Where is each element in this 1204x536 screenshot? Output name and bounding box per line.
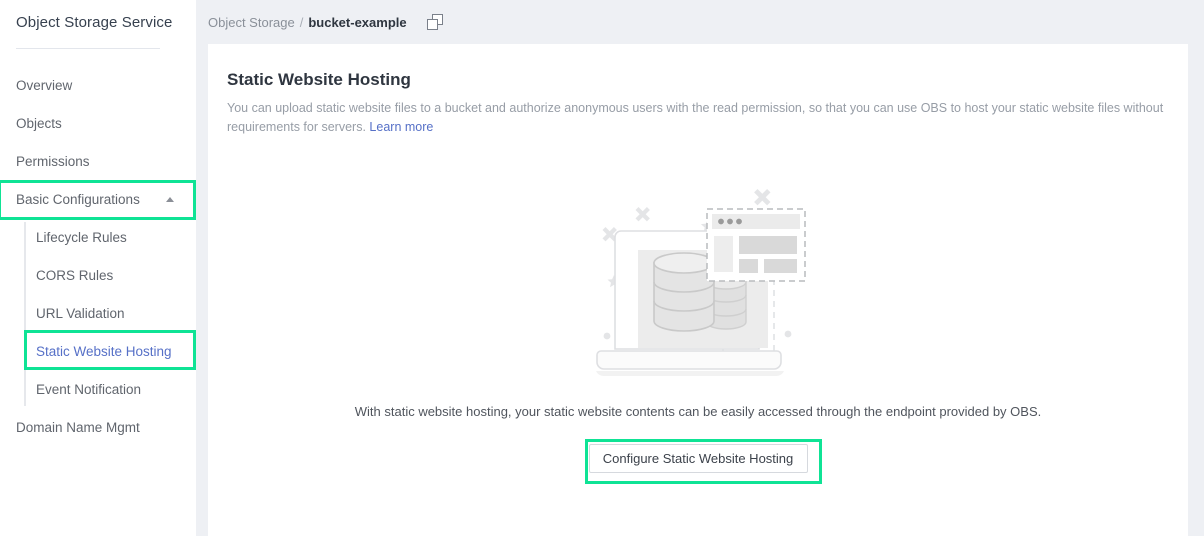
sidebar-item-label: URL Validation: [36, 305, 125, 321]
sidebar-item-label: Basic Configurations: [16, 191, 140, 207]
cta-container: Configure Static Website Hosting: [208, 444, 1188, 473]
breadcrumb-current-bucket: bucket-example: [308, 14, 407, 30]
database-cylinder-large: [653, 252, 715, 332]
page-description-text: You can upload static website files to a…: [227, 101, 1164, 134]
sidebar-item-label: Objects: [16, 115, 62, 131]
breadcrumb-root-link[interactable]: Object Storage: [208, 15, 295, 30]
sidebar-item-label: Static Website Hosting: [36, 343, 172, 359]
sidebar-item-label: Domain Name Mgmt: [16, 419, 140, 435]
sidebar-item-permissions[interactable]: Permissions: [0, 142, 196, 180]
empty-state-illustration: [588, 179, 828, 394]
page-title: Static Website Hosting: [227, 70, 411, 89]
chevron-up-icon: [166, 197, 174, 202]
sidebar-item-static-website-hosting[interactable]: Static Website Hosting: [0, 332, 196, 370]
page-description: You can upload static website files to a…: [227, 99, 1169, 137]
sidebar-item-url-validation[interactable]: URL Validation: [0, 294, 196, 332]
sidebar-item-label: Lifecycle Rules: [36, 229, 127, 245]
sidebar-divider: [16, 48, 160, 49]
configure-static-website-hosting-button[interactable]: Configure Static Website Hosting: [588, 444, 808, 473]
sidebar-item-label: CORS Rules: [36, 267, 114, 283]
sidebar-item-cors-rules[interactable]: CORS Rules: [0, 256, 196, 294]
sidebar-item-label: Overview: [16, 77, 73, 93]
empty-state-caption: With static website hosting, your static…: [354, 404, 1042, 419]
sidebar-service-title: Object Storage Service: [16, 14, 173, 31]
sidebar-navigation: Object Storage Service Overview Objects …: [0, 0, 196, 536]
copy-icon-front-square: [426, 19, 438, 30]
sidebar-item-overview[interactable]: Overview: [0, 66, 196, 104]
sidebar-item-objects[interactable]: Objects: [0, 104, 196, 142]
browser-window-illustration: [706, 208, 806, 282]
sidebar-item-label: Permissions: [16, 153, 90, 169]
breadcrumb: Object Storage / bucket-example: [208, 12, 443, 32]
application-window: Object Storage Service Overview Objects …: [0, 0, 1204, 536]
learn-more-link[interactable]: Learn more: [369, 120, 433, 134]
sidebar-item-lifecycle-rules[interactable]: Lifecycle Rules: [0, 218, 196, 256]
copy-icon[interactable]: [426, 14, 443, 30]
sidebar-item-basic-configurations[interactable]: Basic Configurations: [0, 180, 196, 218]
content-card: Static Website Hosting You can upload st…: [208, 44, 1188, 536]
sidebar-item-event-notification[interactable]: Event Notification: [0, 370, 196, 408]
sidebar-item-domain-name-mgmt[interactable]: Domain Name Mgmt: [0, 408, 196, 446]
sidebar-item-label: Event Notification: [36, 381, 142, 397]
breadcrumb-separator: /: [299, 14, 304, 30]
